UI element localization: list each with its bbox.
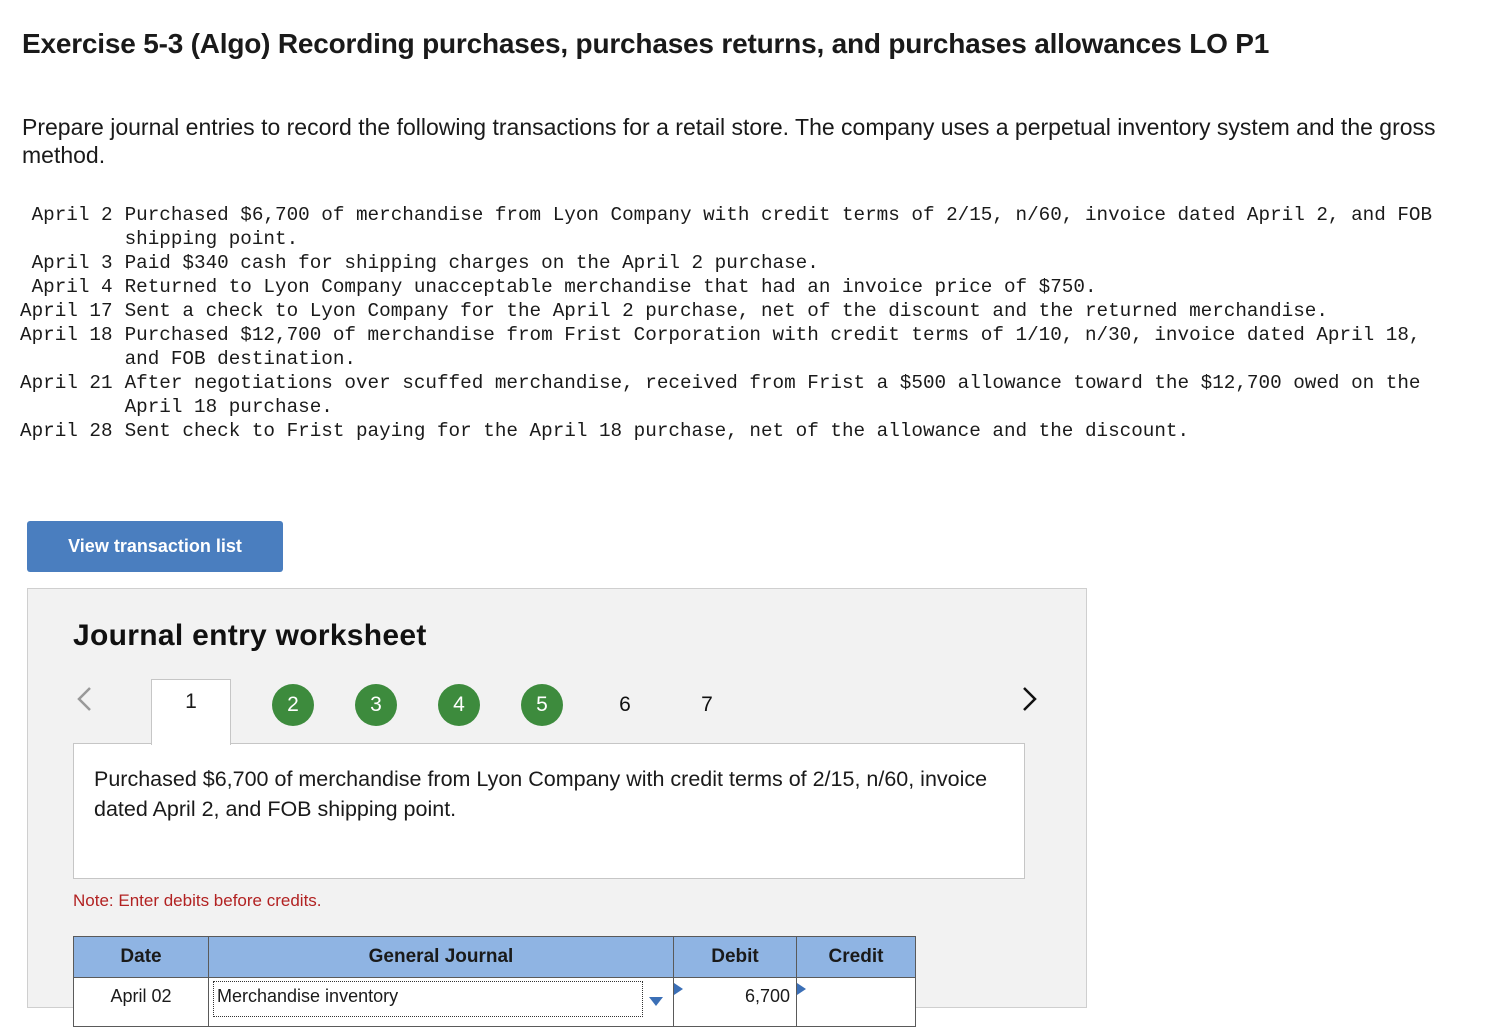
transaction-date: April 21 <box>20 372 113 394</box>
transaction-date: April 3 <box>31 252 113 274</box>
credit-input[interactable] <box>796 977 916 1027</box>
column-header-debit: Debit <box>673 936 797 978</box>
table-row: April 02 Merchandise inventory 6,700 <box>73 977 916 1027</box>
instructions: Prepare journal entries to record the fo… <box>22 114 1436 168</box>
list-item: April 2 Purchased $6,700 of merchandise f… <box>20 203 1445 251</box>
transaction-text: Sent a check to Lyon Company for the Apr… <box>124 300 1328 322</box>
account-select[interactable]: Merchandise inventory <box>208 977 674 1027</box>
flag-icon <box>797 981 807 1002</box>
transaction-text: Paid $340 cash for shipping charges on t… <box>124 252 819 274</box>
transaction-text: Returned to Lyon Company unacceptable me… <box>124 276 1097 298</box>
journal-table: Date General Journal Debit Credit April … <box>73 936 916 1027</box>
list-item: April 21 After negotiations over scuffed … <box>20 371 1445 419</box>
transaction-text: Purchased $6,700 of merchandise from Lyo… <box>124 204 1433 250</box>
view-transaction-list-button[interactable]: View transaction list <box>27 521 283 572</box>
transaction-text: Sent check to Frist paying for the April… <box>124 420 1190 442</box>
column-header-general-journal: General Journal <box>208 936 674 978</box>
transaction-date: April 2 <box>31 204 113 226</box>
debit-input[interactable]: 6,700 <box>673 977 797 1027</box>
date-cell[interactable]: April 02 <box>73 977 209 1027</box>
transaction-text: After negotiations over scuffed merchand… <box>124 372 1421 418</box>
list-item: April 17 Sent a check to Lyon Company for… <box>20 299 1445 323</box>
journal-entry-worksheet: Journal entry worksheet 1 2 3 4 5 6 7 Pu… <box>27 588 1087 1027</box>
list-item: April 28 Sent check to Frist paying for t… <box>20 419 1445 443</box>
debit-value: 6,700 <box>744 986 790 1006</box>
transaction-list: April 2 Purchased $6,700 of merchandise f… <box>20 203 1445 443</box>
step-tab-2[interactable]: 2 <box>272 684 314 726</box>
transaction-description: Purchased $6,700 of merchandise from Lyo… <box>73 743 1025 879</box>
step-tab-3[interactable]: 3 <box>355 684 397 726</box>
transaction-text: Purchased $12,700 of merchandise from Fr… <box>124 324 1421 370</box>
next-arrow-icon[interactable] <box>1016 684 1042 714</box>
step-tab-7[interactable]: 7 <box>686 684 728 726</box>
transaction-date: April 4 <box>31 276 113 298</box>
entry-note: Note: Enter debits before credits. <box>73 891 322 910</box>
column-header-credit: Credit <box>796 936 916 978</box>
column-header-date: Date <box>73 936 209 978</box>
step-tab-1[interactable]: 1 <box>151 679 231 745</box>
step-tab-4[interactable]: 4 <box>438 684 480 726</box>
transaction-date: April 17 <box>20 300 113 322</box>
list-item: April 4 Returned to Lyon Company unaccept… <box>20 275 1445 299</box>
transaction-date: April 28 <box>20 420 113 442</box>
list-item: April 3 Paid $340 cash for shipping charg… <box>20 251 1445 275</box>
worksheet-title: Journal entry worksheet <box>73 619 427 652</box>
flag-icon <box>674 981 684 1002</box>
page-title: Exercise 5-3 (Algo) Recording purchases,… <box>22 28 1270 59</box>
previous-arrow-icon[interactable] <box>72 684 98 714</box>
transaction-date: April 18 <box>20 324 113 346</box>
dropdown-arrow-icon[interactable] <box>649 991 663 1012</box>
account-value: Merchandise inventory <box>217 986 399 1006</box>
list-item: April 18 Purchased $12,700 of merchandise… <box>20 323 1445 371</box>
step-tab-5[interactable]: 5 <box>521 684 563 726</box>
step-tab-6[interactable]: 6 <box>604 684 646 726</box>
